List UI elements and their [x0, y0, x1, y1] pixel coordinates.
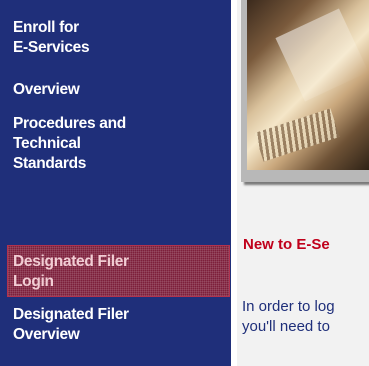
section-body-text: In order to log you'll need to [242, 298, 335, 335]
section-headline: New to E-Se [243, 236, 330, 253]
sidebar-nav: Enroll for E-Services Overview Procedure… [0, 0, 231, 366]
main-content: New to E-Se In order to log you'll need … [237, 0, 369, 366]
photo-highlight [275, 8, 369, 102]
photo-keyboard-detail [254, 108, 340, 162]
sidebar-item-overview[interactable]: Overview [13, 80, 80, 100]
sidebar-item-procedures[interactable]: Procedures and Technical Standards [13, 114, 126, 174]
sidebar-item-designated-filer-overview[interactable]: Designated Filer Overview [13, 305, 129, 345]
hero-photo-frame [241, 0, 369, 182]
hero-photo [247, 0, 369, 170]
sidebar-item-designated-filer-login[interactable]: Designated Filer Login [7, 245, 230, 297]
sidebar-item-enroll[interactable]: Enroll for E-Services [13, 18, 90, 58]
sidebar-item-label: Designated Filer Login [13, 253, 129, 290]
